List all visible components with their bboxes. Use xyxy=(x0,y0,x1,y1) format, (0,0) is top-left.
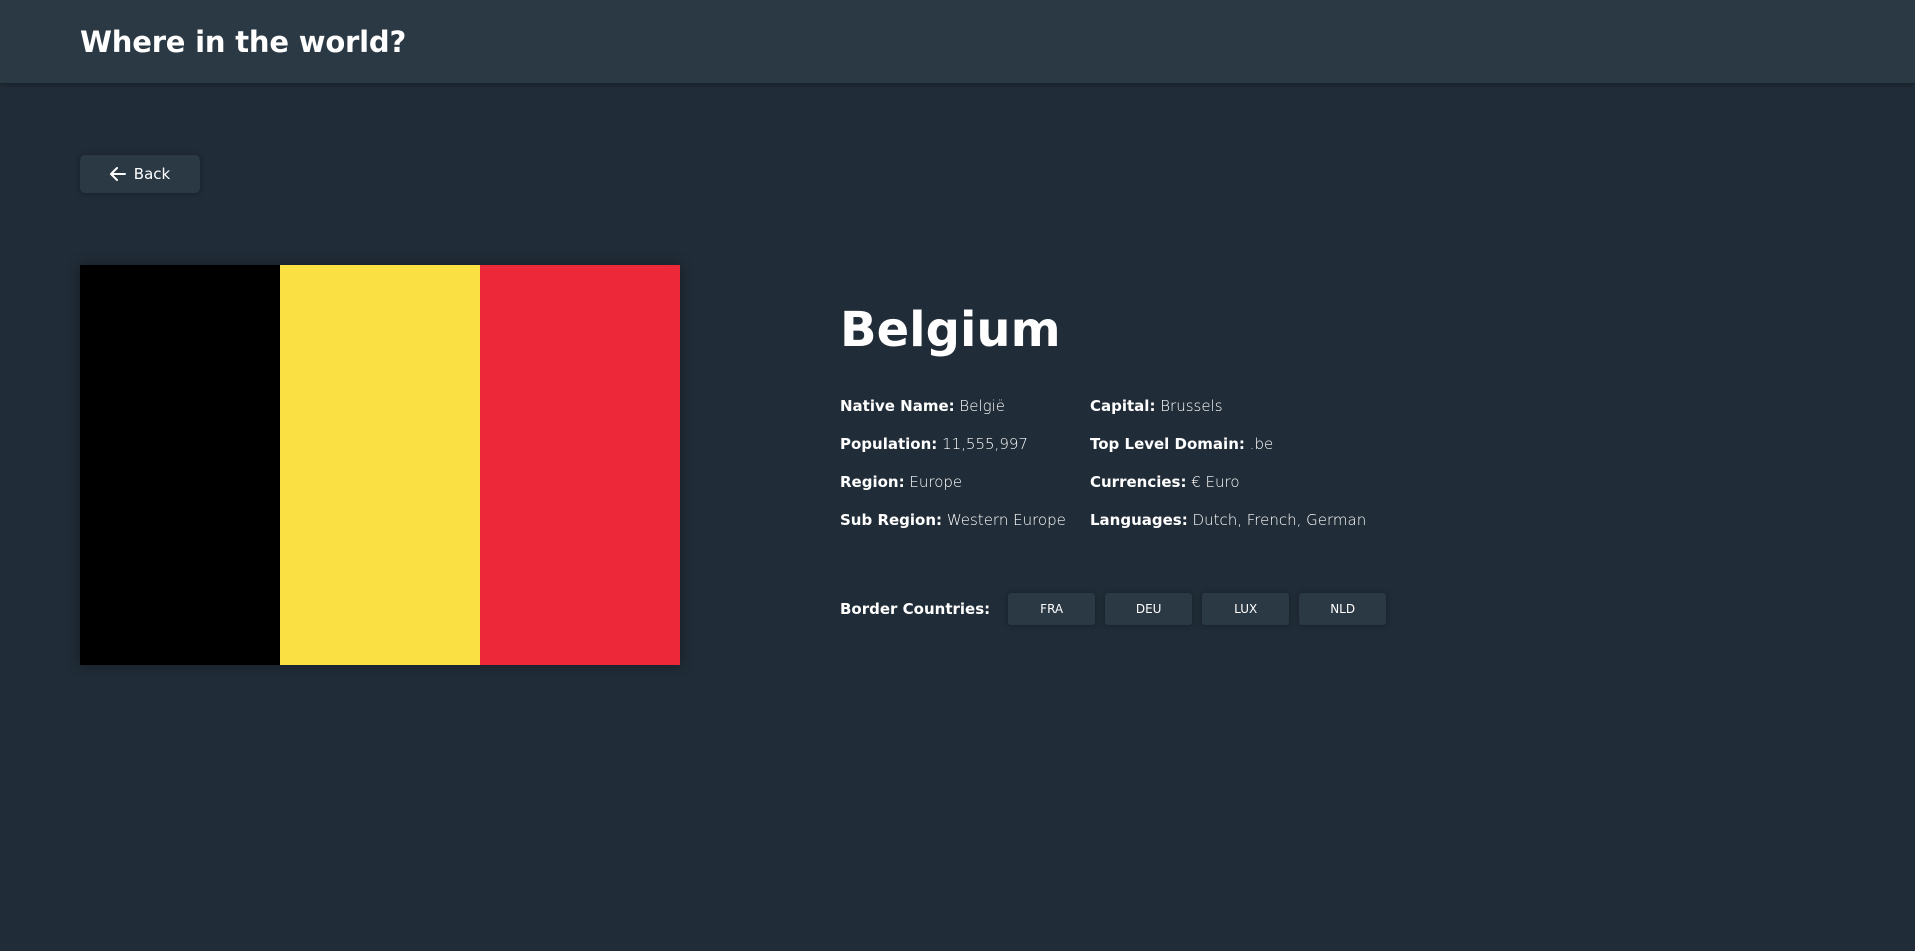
detail-label: Native Name: xyxy=(840,397,955,415)
detail-value: 11,555,997 xyxy=(942,435,1028,453)
detail-label: Top Level Domain: xyxy=(1090,435,1245,453)
detail-sub-region: Sub Region: Western Europe xyxy=(840,510,1066,548)
detail-native-name: Native Name: België xyxy=(840,396,1066,434)
back-button-label: Back xyxy=(133,165,171,183)
country-flag xyxy=(80,265,680,665)
detail-value: Europe xyxy=(909,473,963,491)
flag-stripe-red xyxy=(480,265,680,665)
details-left: Native Name: België Population: 11,555,9… xyxy=(840,396,1066,548)
detail-population: Population: 11,555,997 xyxy=(840,434,1066,472)
border-country-button[interactable]: NLD xyxy=(1299,593,1387,625)
detail-label: Population: xyxy=(840,435,938,453)
detail-value: .be xyxy=(1249,435,1274,453)
border-country-button[interactable]: FRA xyxy=(1008,593,1096,625)
detail-label: Capital: xyxy=(1090,397,1156,415)
border-country-button[interactable]: DEU xyxy=(1105,593,1193,625)
back-button[interactable]: Back xyxy=(80,155,200,193)
flag-stripe-black xyxy=(80,265,280,665)
detail-value: Dutch, French, German xyxy=(1192,511,1367,529)
detail-label: Sub Region: xyxy=(840,511,943,529)
detail-top-level-domain: Top Level Domain: .be xyxy=(1090,434,1366,472)
details-right: Capital: Brussels Top Level Domain: .be … xyxy=(1090,396,1366,548)
detail-value: Brussels xyxy=(1160,397,1223,415)
arrow-left-icon xyxy=(109,167,126,181)
border-country-button[interactable]: LUX xyxy=(1202,593,1290,625)
detail-label: Languages: xyxy=(1090,511,1188,529)
detail-currencies: Currencies: € Euro xyxy=(1090,472,1366,510)
app-header: Where in the world? xyxy=(0,0,1915,83)
detail-languages: Languages: Dutch, French, German xyxy=(1090,510,1366,548)
country-name: Belgium xyxy=(840,302,1061,358)
border-countries-list: FRA DEU LUX NLD xyxy=(1008,593,1387,625)
border-countries-label: Border Countries: xyxy=(840,600,991,618)
detail-capital: Capital: Brussels xyxy=(1090,396,1366,434)
detail-value: € Euro xyxy=(1191,473,1240,491)
flag-stripe-yellow xyxy=(280,265,480,665)
detail-value: Western Europe xyxy=(946,511,1066,529)
detail-region: Region: Europe xyxy=(840,472,1066,510)
detail-label: Currencies: xyxy=(1090,473,1187,491)
detail-label: Region: xyxy=(840,473,905,491)
app-title: Where in the world? xyxy=(80,25,407,59)
border-countries: Border Countries: FRA DEU LUX NLD xyxy=(840,593,1387,625)
detail-value: België xyxy=(959,397,1006,415)
